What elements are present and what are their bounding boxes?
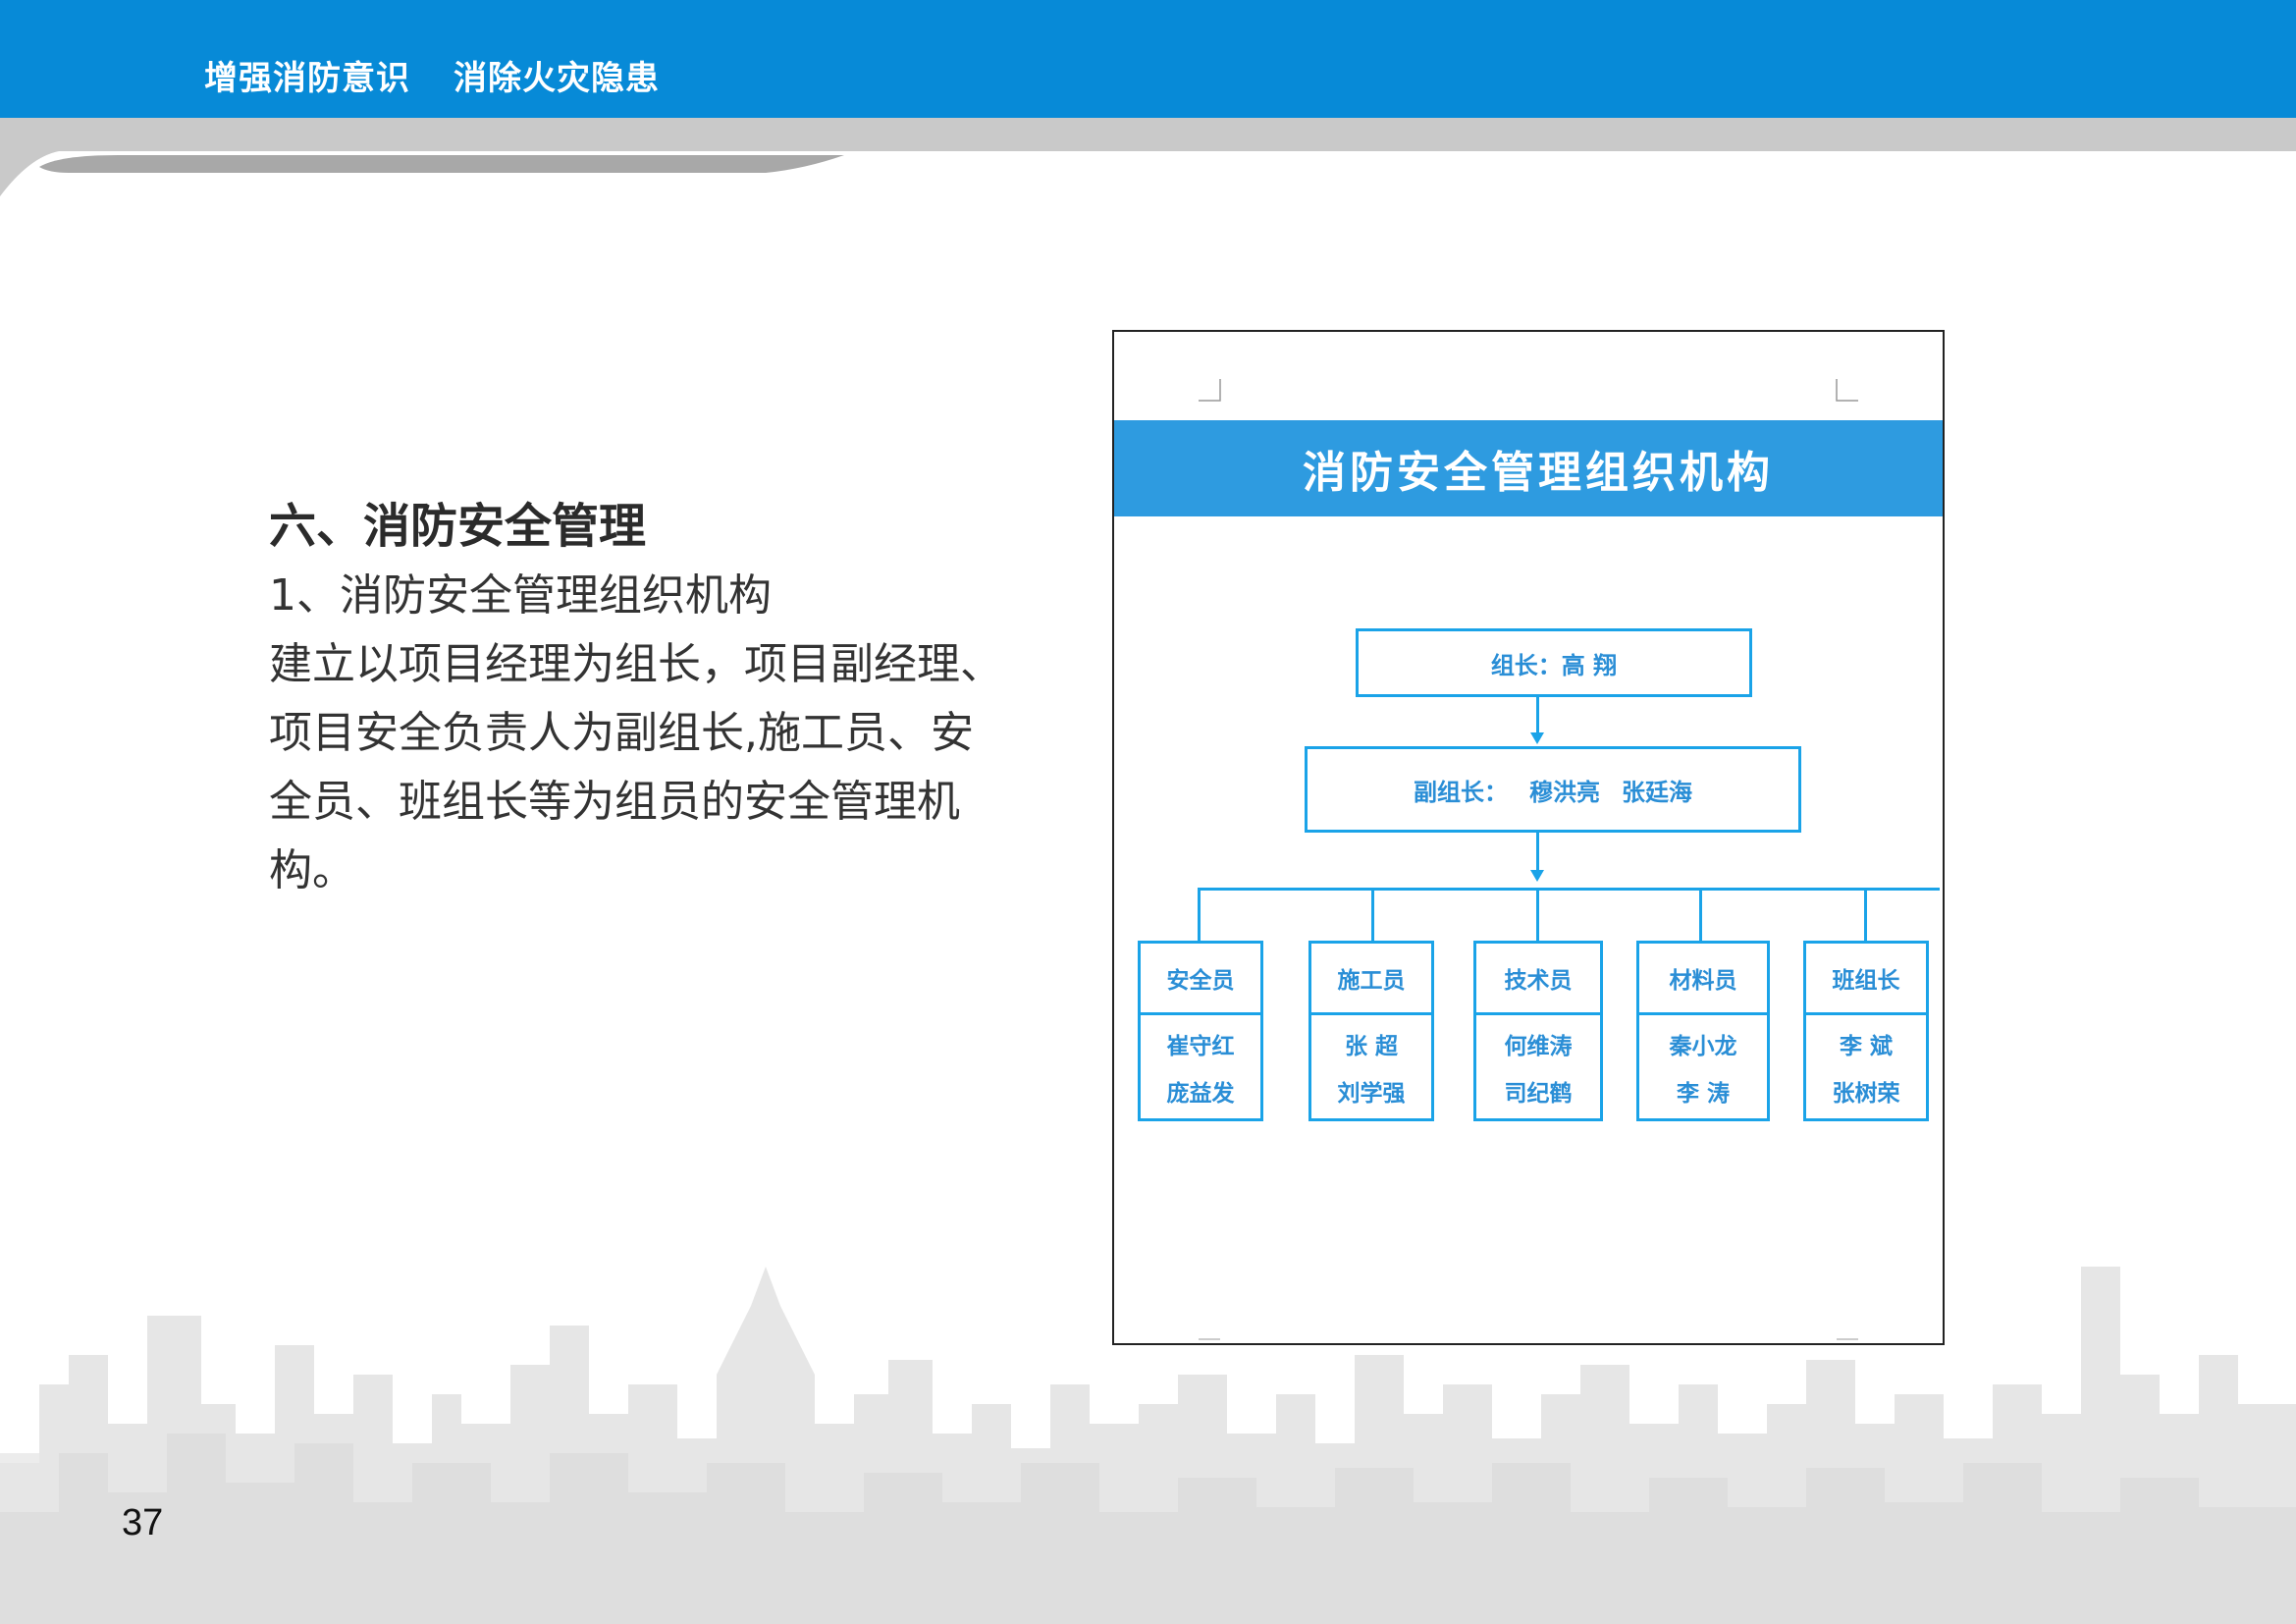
connector-line [1536,888,1539,941]
member-name: 司纪鹤 [1504,1079,1573,1107]
member-role: 技术员 [1476,944,1600,1015]
connector-line [1536,833,1539,872]
member-role: 材料员 [1639,944,1767,1015]
member-name: 刘学强 [1337,1079,1406,1107]
page-number: 37 [122,1502,164,1543]
section-title: 六、消防安全管理 [269,499,647,554]
connector-branch-line [1198,888,1940,891]
arrow-down-icon [1530,870,1544,882]
connector-line [1699,888,1702,941]
org-node-member: 施工员 张 超 刘学强 [1308,941,1434,1121]
deputy-label: 副组长： [1414,777,1508,806]
member-name: 李 涛 [1676,1079,1730,1107]
body-line: 全员、班组长等为组员的安全管理机 [269,777,960,827]
corner-mark-icon [1199,1338,1220,1340]
deputy-name: 穆洪亮 [1529,777,1600,806]
member-role: 施工员 [1311,944,1431,1015]
arrow-down-icon [1530,732,1544,744]
member-names: 崔守红 庞益发 [1141,1015,1260,1118]
deputy-name: 张廷海 [1622,777,1692,806]
org-chart: 组长：高 翔 副组长： 穆洪亮 张廷海 安全员 崔守红 庞益发 施工员 张 超 … [1114,332,1943,1343]
connector-line [1198,888,1201,941]
slogan-part-2: 消除火灾隐患 [454,59,660,98]
org-node-member: 材料员 秦小龙 李 涛 [1636,941,1770,1121]
member-name: 张树荣 [1832,1079,1900,1107]
member-role: 班组长 [1806,944,1926,1015]
member-names: 张 超 刘学强 [1311,1015,1431,1118]
member-name: 张 超 [1344,1032,1398,1059]
org-node-leader: 组长：高 翔 [1356,628,1752,697]
header-swoosh-decoration [0,118,2296,196]
subsection-title: 1、消防安全管理组织机构 [269,570,772,621]
member-role: 安全员 [1141,944,1260,1015]
connector-line [1864,888,1867,941]
body-paragraph: 建立以项目经理为组长，项目副经理、 项目安全负责人为副组长,施工员、安 全员、班… [269,630,1015,905]
member-names: 李 斌 张树荣 [1806,1015,1926,1118]
member-name: 何维涛 [1504,1032,1573,1059]
org-node-member: 班组长 李 斌 张树荣 [1803,941,1929,1121]
section-text-block: 六、消防安全管理 1、消防安全管理组织机构 建立以项目经理为组长，项目副经理、 … [269,491,1015,905]
member-name: 庞益发 [1166,1079,1235,1107]
leader-label: 组长：高 翔 [1490,650,1618,679]
embedded-document-frame: 消防安全管理组织机构 组长：高 翔 副组长： 穆洪亮 张廷海 安全员 崔守红 庞… [1112,330,1945,1345]
org-node-member: 安全员 崔守红 庞益发 [1138,941,1263,1121]
connector-line [1536,697,1539,734]
body-line: 建立以项目经理为组长，项目副经理、 [269,639,1003,689]
header-band: 增强消防意识 消除火灾隐患 [0,0,2296,126]
connector-line [1371,888,1374,941]
member-names: 何维涛 司纪鹤 [1476,1015,1600,1118]
body-line: 项目安全负责人为副组长,施工员、安 [269,708,974,758]
header-slogan: 增强消防意识 消除火灾隐患 [204,51,660,99]
member-name: 秦小龙 [1669,1032,1737,1059]
member-name: 李 斌 [1839,1032,1893,1059]
member-names: 秦小龙 李 涛 [1639,1015,1767,1118]
slogan-part-1: 增强消防意识 [204,59,410,98]
corner-mark-icon [1837,1338,1858,1340]
body-line: 构。 [269,845,355,895]
org-node-deputy: 副组长： 穆洪亮 张廷海 [1305,746,1801,833]
member-name: 崔守红 [1166,1032,1235,1059]
org-node-member: 技术员 何维涛 司纪鹤 [1473,941,1603,1121]
